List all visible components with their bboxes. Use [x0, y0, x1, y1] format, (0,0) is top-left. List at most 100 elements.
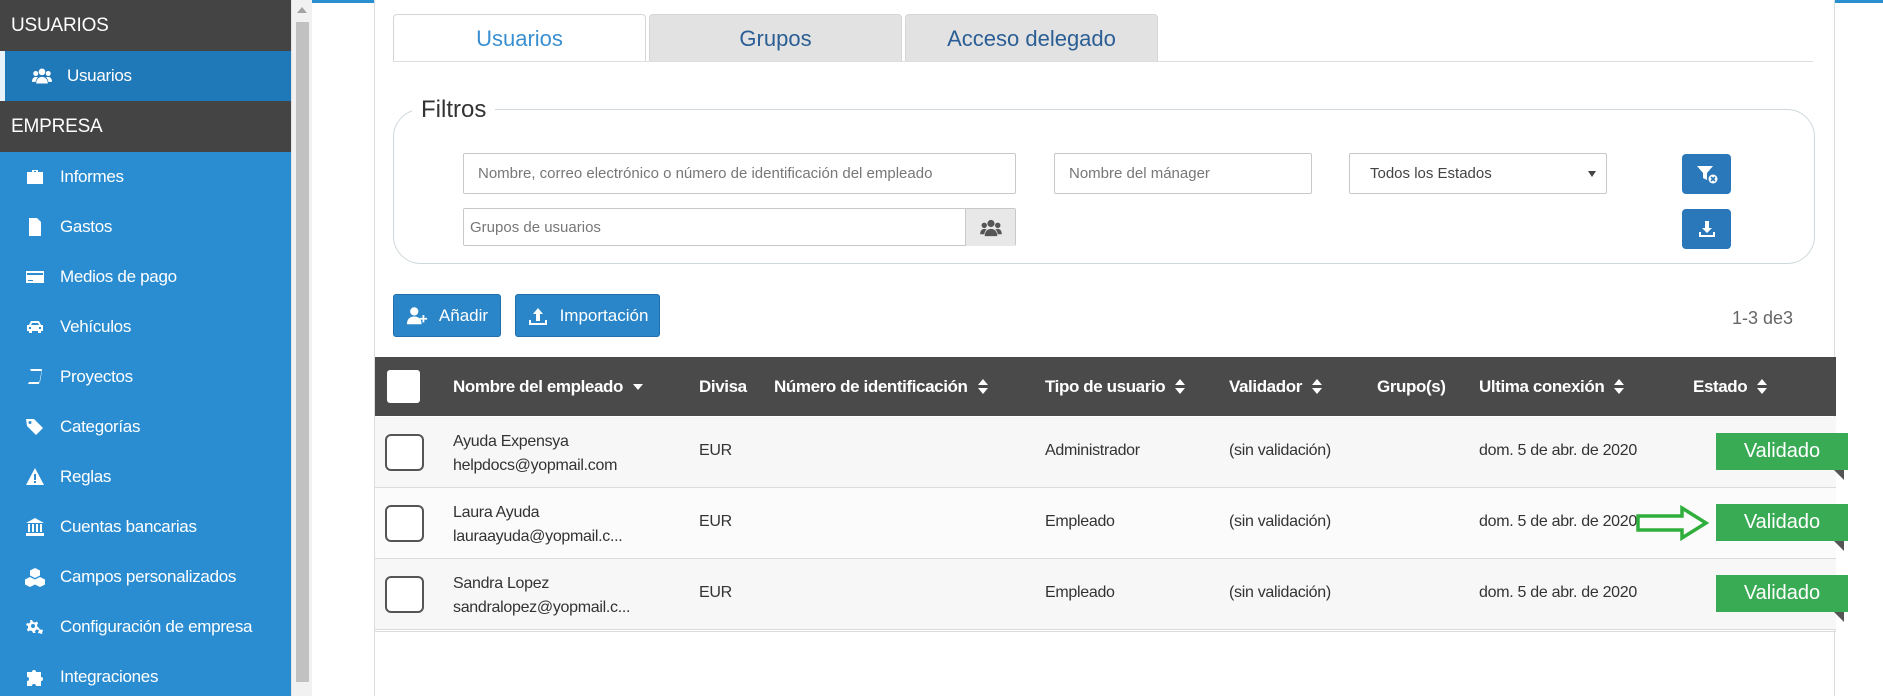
status-badge-tail — [1834, 470, 1844, 480]
sidebar-item-campos-personalizados[interactable]: Campos personalizados — [0, 552, 291, 602]
sort-icon — [1757, 378, 1768, 395]
sidebar-item-vehiculos[interactable]: Vehículos — [0, 302, 291, 352]
table-header: Nombre del empleado Divisa Número de ide… — [375, 357, 1836, 416]
warning-icon — [24, 466, 46, 488]
employee-email: helpdocs@yopmail.com — [453, 457, 618, 474]
column-header-status[interactable]: Estado — [1693, 357, 1768, 416]
credit-card-icon — [24, 266, 46, 288]
user-groups-input[interactable]: Grupos de usuarios — [463, 208, 1016, 246]
sidebar-section-users: USUARIOS — [0, 0, 291, 51]
chevron-down-icon — [1588, 171, 1596, 177]
column-header-last-login[interactable]: Ultima conexión — [1479, 357, 1625, 416]
table-row[interactable]: Sandra Lopez sandralopez@yopmail.c... EU… — [375, 559, 1848, 630]
status-badge-tail — [1834, 612, 1844, 622]
row-checkbox[interactable] — [385, 576, 424, 613]
table-row[interactable]: Laura Ayuda lauraayuda@yopmail.c... EUR … — [375, 488, 1848, 559]
scroll-up-arrow[interactable] — [297, 7, 307, 13]
sidebar-item-reglas[interactable]: Reglas — [0, 452, 291, 502]
sidebar-item-gastos[interactable]: Gastos — [0, 202, 291, 252]
validator-cell: (sin validación) — [1229, 584, 1331, 601]
upload-icon — [528, 307, 547, 325]
sidebar-item-proyectos[interactable]: Proyectos — [0, 352, 291, 402]
validator-cell: (sin validación) — [1229, 442, 1331, 459]
column-header-groups: Grupo(s) — [1377, 357, 1446, 416]
employee-email: sandralopez@yopmail.c... — [453, 599, 631, 616]
sidebar-section-company: EMPRESA — [0, 101, 291, 152]
clear-filters-button[interactable] — [1682, 154, 1731, 194]
employee-email: lauraayuda@yopmail.c... — [453, 528, 623, 545]
document-icon — [24, 216, 46, 238]
column-header-validator[interactable]: Validador — [1229, 357, 1322, 416]
sidebar-item-informes[interactable]: Informes — [0, 152, 291, 202]
status-badge[interactable]: Validado — [1716, 575, 1848, 612]
sidebar-item-label: Campos personalizados — [60, 567, 237, 586]
download-icon — [1698, 221, 1715, 237]
puzzle-icon — [24, 666, 46, 688]
sort-icon — [1614, 378, 1625, 395]
column-header-label: Tipo de usuario — [1045, 376, 1166, 396]
employee-search-input[interactable]: Nombre, correo electrónico o número de i… — [463, 153, 1016, 194]
manager-search-input[interactable]: Nombre del mánager — [1054, 153, 1312, 194]
car-icon — [24, 316, 46, 338]
briefcase-icon — [24, 166, 46, 188]
tab-bar: Usuarios Grupos Acceso delegado — [393, 14, 1161, 62]
validator-cell: (sin validación) — [1229, 513, 1331, 530]
column-header-currency: Divisa — [699, 357, 747, 416]
employee-cell[interactable]: Ayuda Expensya helpdocs@yopmail.com — [453, 430, 617, 478]
sort-desc-icon — [633, 383, 643, 390]
sidebar-item-label: Medios de pago — [60, 267, 177, 286]
scrollbar-thumb[interactable] — [296, 22, 309, 682]
status-badge[interactable]: Validado — [1716, 504, 1848, 541]
book-icon — [24, 366, 46, 388]
column-header-label: Divisa — [699, 376, 747, 396]
column-header-label: Número de identificación — [774, 376, 968, 396]
sidebar-scrollbar[interactable] — [291, 0, 312, 696]
pagination-count: 1-3 de3 — [1732, 308, 1794, 328]
status-badge-tail — [1834, 541, 1844, 551]
sidebar-item-medios-de-pago[interactable]: Medios de pago — [0, 252, 291, 302]
tab-acceso-delegado[interactable]: Acceso delegado — [905, 14, 1158, 62]
sidebar-item-label: Vehículos — [60, 317, 132, 336]
user-type-cell: Empleado — [1045, 584, 1115, 601]
filters-legend: Filtros — [412, 96, 496, 124]
sidebar-item-integraciones[interactable]: Integraciones — [0, 652, 291, 696]
row-checkbox[interactable] — [385, 434, 424, 471]
sidebar-item-categorias[interactable]: Categorías — [0, 402, 291, 452]
tabs-divider — [393, 61, 1813, 62]
employee-cell[interactable]: Sandra Lopez sandralopez@yopmail.c... — [453, 572, 630, 620]
sort-icon — [1311, 378, 1322, 395]
export-download-button[interactable] — [1682, 209, 1731, 249]
sidebar-item-label: Reglas — [60, 467, 112, 486]
sidebar-item-label: Configuración de empresa — [60, 617, 253, 636]
user-groups-placeholder: Grupos de usuarios — [470, 218, 601, 236]
sidebar-item-users[interactable]: Usuarios — [0, 51, 291, 101]
sort-icon — [1175, 378, 1186, 395]
select-groups-button[interactable] — [965, 209, 1015, 246]
row-checkbox[interactable] — [385, 505, 424, 542]
column-header-name[interactable]: Nombre del empleado — [453, 357, 643, 416]
status-badge[interactable]: Validado — [1716, 433, 1848, 470]
add-user-button[interactable]: Añadir — [393, 294, 501, 337]
import-button[interactable]: Importación — [515, 294, 660, 337]
gears-icon — [24, 616, 46, 638]
column-header-label: Estado — [1693, 376, 1748, 396]
column-header-id-number[interactable]: Número de identificación — [774, 357, 988, 416]
tab-grupos[interactable]: Grupos — [649, 14, 902, 62]
tags-icon — [24, 416, 46, 438]
sidebar-item-configuracion-de-empresa[interactable]: Configuración de empresa — [0, 602, 291, 652]
cubes-icon — [24, 566, 46, 588]
column-header-label: Grupo(s) — [1377, 376, 1446, 396]
users-icon — [979, 219, 1002, 236]
arrow-right-icon — [1636, 504, 1710, 542]
column-header-user-type[interactable]: Tipo de usuario — [1045, 357, 1186, 416]
tab-usuarios[interactable]: Usuarios — [393, 14, 646, 62]
employee-cell[interactable]: Laura Ayuda lauraayuda@yopmail.c... — [453, 501, 623, 549]
status-select-value: Todos los Estados — [1370, 165, 1492, 182]
status-select[interactable]: Todos los Estados — [1349, 153, 1607, 194]
table-row[interactable]: Ayuda Expensya helpdocs@yopmail.com EUR … — [375, 417, 1848, 488]
user-type-cell: Administrador — [1045, 442, 1140, 459]
employee-name: Ayuda Expensya — [453, 433, 569, 450]
sidebar-item-cuentas-bancarias[interactable]: Cuentas bancarias — [0, 502, 291, 552]
currency-cell: EUR — [699, 513, 732, 530]
select-all-checkbox[interactable] — [387, 370, 420, 403]
